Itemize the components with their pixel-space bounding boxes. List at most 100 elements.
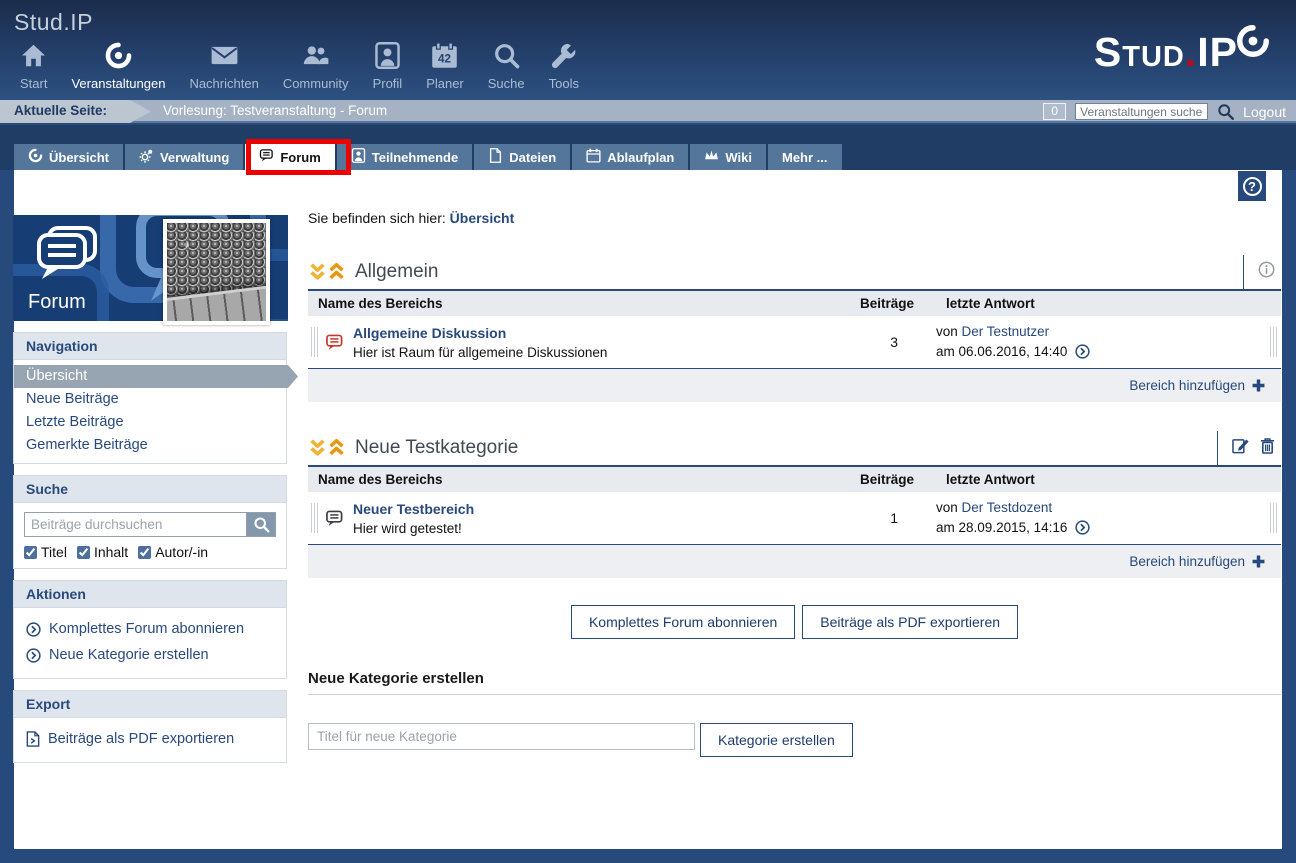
last-answer-date: 28.09.2015, 14:16 <box>959 520 1068 535</box>
goto-post-icon[interactable] <box>1075 520 1090 535</box>
search-submit-icon[interactable] <box>1217 103 1234 120</box>
new-category-heading: Neue Kategorie erstellen <box>308 670 1281 695</box>
add-area-link[interactable]: Bereich hinzufügen <box>1129 554 1245 569</box>
gears-icon <box>139 148 154 166</box>
info-icon[interactable] <box>1258 261 1275 283</box>
wiki-crown-icon <box>704 148 719 166</box>
new-category-link[interactable]: Neue Kategorie erstellen <box>26 642 274 668</box>
nav-item-community[interactable]: Community <box>271 42 361 91</box>
sidebar-item-uebersicht[interactable]: Übersicht <box>14 365 298 388</box>
drag-handle[interactable] <box>311 327 319 357</box>
table-footer: Bereich hinzufügen <box>308 369 1281 402</box>
forum-search-button[interactable] <box>246 512 276 537</box>
titel-checkbox[interactable] <box>24 546 37 559</box>
filter-autor[interactable]: Autor/-in <box>138 544 208 560</box>
area-link[interactable]: Allgemeine Diskussion <box>353 325 506 341</box>
breadcrumb-label-segment: Aktuelle Seite: <box>0 100 152 123</box>
tab-forum[interactable]: Forum <box>245 144 334 170</box>
area-link[interactable]: Neuer Testbereich <box>353 501 474 517</box>
last-answer-date: 06.06.2016, 14:40 <box>959 344 1068 359</box>
export-pdf-button[interactable]: Beiträge als PDF exportieren <box>802 605 1018 639</box>
new-category-form: Kategorie erstellen <box>308 723 1281 757</box>
add-area-link[interactable]: Bereich hinzufügen <box>1129 378 1245 393</box>
tab-dateien[interactable]: Dateien <box>474 144 570 170</box>
autor-checkbox[interactable] <box>138 546 151 559</box>
location-uebersicht-link[interactable]: Übersicht <box>450 210 515 226</box>
help-button[interactable]: ? <box>1238 171 1266 201</box>
collapse-category-icon[interactable] <box>308 439 327 458</box>
logout-link[interactable]: Logout <box>1243 104 1286 120</box>
mail-icon <box>211 42 238 72</box>
category-section-allgemein: Allgemein Name des Bereichs Beiträge let… <box>308 255 1281 402</box>
page-title: Vorlesung: Testveranstaltung - Forum <box>163 103 387 118</box>
search-icon <box>493 42 520 72</box>
planner-calendar-icon: 42 <box>431 42 458 72</box>
search-icon <box>253 516 270 533</box>
author-link[interactable]: Der Testdozent <box>962 500 1053 515</box>
tab-teilnehmende[interactable]: Teilnehmende <box>337 144 472 170</box>
nav-item-planer[interactable]: 42 Planer <box>414 42 476 91</box>
top-header: Stud.IP Start Veranstaltungen Nachrichte… <box>0 0 1296 100</box>
plus-icon[interactable] <box>1252 555 1265 568</box>
main-navigation: Start Veranstaltungen Nachrichten Commun… <box>8 42 591 91</box>
author-link[interactable]: Der Testnutzer <box>962 324 1050 339</box>
subscribe-forum-button[interactable]: Komplettes Forum abonnieren <box>571 605 795 639</box>
topic-bubble-icon <box>325 510 344 527</box>
sidebar-item-neue-beitraege[interactable]: Neue Beiträge <box>14 388 286 411</box>
tab-ablaufplan[interactable]: Ablaufplan <box>572 144 688 170</box>
tab-wiki[interactable]: Wiki <box>690 144 766 170</box>
nav-item-nachrichten[interactable]: Nachrichten <box>177 42 270 91</box>
nav-item-suche[interactable]: Suche <box>476 42 537 91</box>
drag-handle[interactable] <box>311 503 319 533</box>
pdf-export-icon <box>26 731 40 747</box>
new-category-title-input[interactable] <box>308 723 695 750</box>
table-header: Name des Bereichs Beiträge letzte Antwor… <box>308 467 1281 492</box>
arrow-circle-icon <box>26 622 41 637</box>
nav-item-veranstaltungen[interactable]: Veranstaltungen <box>59 42 177 91</box>
sidebar-item-gemerkte-beitraege[interactable]: Gemerkte Beiträge <box>14 434 286 457</box>
tab-uebersicht[interactable]: Übersicht <box>14 144 123 170</box>
nav-item-tools[interactable]: Tools <box>537 42 591 91</box>
navigation-header: Navigation <box>14 333 286 360</box>
move-category-up-icon[interactable] <box>327 263 346 282</box>
nav-item-start[interactable]: Start <box>8 42 59 91</box>
posts-count: 1 <box>841 510 936 526</box>
studip-forum-page: Stud.IP Start Veranstaltungen Nachrichte… <box>0 0 1296 863</box>
arrow-circle-icon <box>26 648 41 663</box>
filter-inhalt[interactable]: Inhalt <box>77 544 128 560</box>
inhalt-checkbox[interactable] <box>77 546 90 559</box>
sidebar-item-letzte-beitraege[interactable]: Letzte Beiträge <box>14 411 286 434</box>
participants-icon <box>351 148 366 166</box>
edit-category-icon[interactable] <box>1232 437 1250 459</box>
schedule-calendar-icon <box>586 148 601 166</box>
drag-handle[interactable] <box>1270 327 1278 357</box>
create-category-button[interactable]: Kategorie erstellen <box>700 723 853 757</box>
app-name: Stud.IP <box>14 9 93 36</box>
subscribe-forum-link[interactable]: Komplettes Forum abonnieren <box>26 616 274 642</box>
tab-verwaltung[interactable]: Verwaltung <box>125 144 243 170</box>
home-icon <box>20 42 47 72</box>
seminar-spiral-icon <box>105 42 132 72</box>
last-answer: von Der Testnutzer am 06.06.2016, 14:40 <box>936 322 1281 362</box>
search-box: Suche Titel Inhalt Autor/-in <box>13 475 287 569</box>
category-section-neue-testkategorie: Neue Testkategorie Name des Bereichs Bei… <box>308 431 1281 578</box>
course-search-input[interactable] <box>1075 103 1208 120</box>
delete-category-icon[interactable] <box>1260 437 1275 459</box>
table-row: Neuer Testbereich Hier wird getestet! 1 … <box>308 492 1281 545</box>
breadcrumb-controls: 0 Logout <box>1043 100 1286 123</box>
nav-item-profil[interactable]: Profil <box>361 42 415 91</box>
logo-spiral-icon <box>1236 24 1270 58</box>
drag-handle[interactable] <box>1270 503 1278 533</box>
tab-mehr[interactable]: Mehr ... <box>768 144 842 170</box>
community-icon <box>302 42 329 72</box>
category-title: Allgemein <box>355 261 438 283</box>
area-description: Hier wird getestet! <box>353 521 474 536</box>
plus-icon[interactable] <box>1252 379 1265 392</box>
profile-icon <box>374 42 401 72</box>
filter-titel[interactable]: Titel <box>24 544 67 560</box>
move-category-up-icon[interactable] <box>327 439 346 458</box>
goto-post-icon[interactable] <box>1075 344 1090 359</box>
collapse-category-icon[interactable] <box>308 263 327 282</box>
forum-search-input[interactable] <box>24 512 246 537</box>
export-pdf-link[interactable]: Beiträge als PDF exportieren <box>26 726 274 752</box>
